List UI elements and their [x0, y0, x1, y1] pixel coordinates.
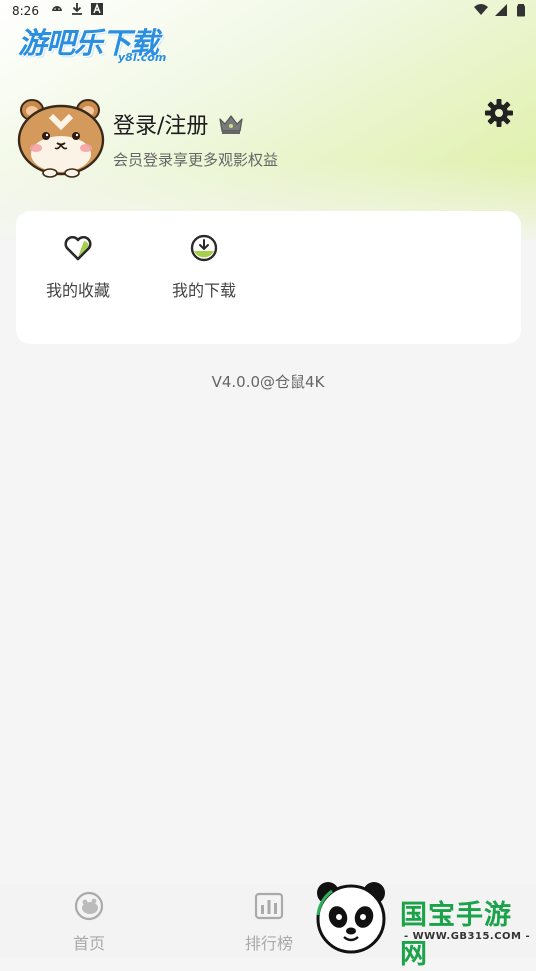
crown-icon — [219, 115, 244, 134]
a-badge-icon — [91, 3, 103, 15]
nav-home-label: 首页 — [72, 934, 105, 953]
hamster-avatar[interactable] — [16, 96, 106, 178]
username-row: 登录/注册 — [113, 108, 244, 140]
my-downloads-button[interactable]: 我的下载 — [154, 233, 254, 301]
download-icon — [72, 3, 82, 15]
watermark-logo-sub: y8l.com — [118, 51, 167, 64]
nav-home[interactable]: 首页 — [49, 890, 129, 954]
nav-ranking[interactable]: 排行榜 — [229, 890, 309, 954]
watermark-logo-top: 游吧乐下载 y8l.com — [18, 20, 188, 66]
member-subtitle: 会员登录享更多观影权益 — [113, 151, 279, 169]
watermark-badge-bottom: 国宝手游网 - WWW.GB315.COM - — [312, 877, 536, 970]
login-register-link[interactable]: 登录/注册 — [113, 108, 208, 140]
version-text: V4.0.0@仓鼠4K — [211, 373, 325, 391]
home-icon — [74, 891, 104, 921]
panda-logo-icon — [316, 882, 386, 954]
download-circle-icon — [190, 234, 218, 262]
nav-ranking-label: 排行榜 — [244, 934, 293, 953]
heart-icon — [64, 236, 92, 261]
quick-actions-card: 我的收藏 我的下载 — [16, 211, 521, 344]
status-left-icons — [50, 2, 104, 16]
battery-icon — [517, 4, 525, 17]
my-downloads-label: 我的下载 — [171, 281, 236, 300]
my-favorites-label: 我的收藏 — [45, 281, 110, 300]
my-favorites-button[interactable]: 我的收藏 — [28, 233, 128, 301]
wifi-icon — [474, 4, 488, 15]
signal-icon — [495, 4, 507, 16]
status-time: 8:26 — [12, 4, 39, 18]
android-icon — [52, 6, 62, 11]
gear-icon[interactable] — [484, 98, 514, 128]
watermark-bottom-url: - WWW.GB315.COM - — [404, 931, 531, 942]
chart-icon — [254, 892, 284, 920]
status-right-icons — [474, 3, 528, 17]
